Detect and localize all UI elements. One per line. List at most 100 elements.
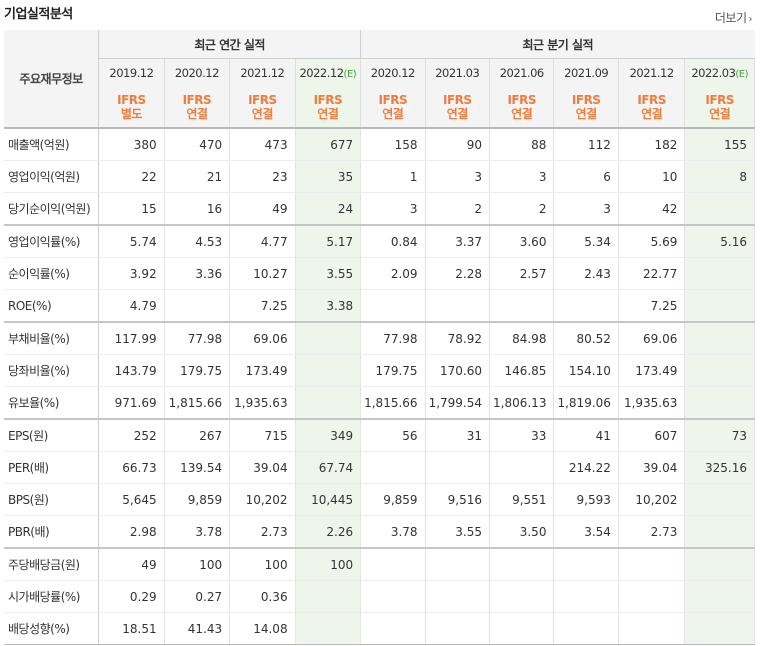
accounting-standard-line2: 연결 [641,107,663,121]
table-cell: 252 [98,418,165,452]
table-row: 당기순이익(억원) 15 16 49 24 3 2 2 3 42 [4,192,755,226]
table-cell: 10.27 [229,257,296,290]
table-cell: 325.16 [684,451,755,484]
table-cell: 24 [295,192,362,226]
table-cell: 9,516 [425,483,491,516]
table-cell: 607 [618,418,686,452]
table-row: BPS(원) 5,645 9,859 10,202 10,445 9,859 9,516 9,… [4,483,755,516]
table-cell: 2 [425,192,491,226]
accounting-standard-line1: IFRS [248,93,277,107]
table-cell: 7.25 [618,289,686,323]
period-label: 2019.12 [109,66,154,80]
table-cell: 33 [489,418,555,452]
table-cell [684,547,755,581]
table-cell: 3.60 [489,224,555,258]
table-cell: 35 [295,160,362,193]
table-row: 유보율(%) 971.69 1,815.66 1,935.63 1,815.66 1,79… [4,386,755,420]
accounting-standard: IFRS 연결 [229,87,296,128]
table-cell: 2.43 [553,257,619,290]
more-link[interactable]: 더보기 › [714,9,753,26]
table-cell: 3.55 [295,257,362,290]
table-cell [425,451,491,484]
table-cell: 9,859 [360,483,426,516]
accounting-standard-line1: IFRS [637,93,666,107]
table-cell: 100 [229,547,296,581]
table-cell: 22.77 [618,257,686,290]
table-cell [425,612,491,645]
table-cell: 3 [553,192,619,226]
period-header: 2021.06 [489,58,555,87]
table-cell: 7.25 [229,289,296,323]
accounting-standard: IFRS 연결 [489,87,555,128]
table-cell: 179.75 [360,354,426,387]
table-cell [295,321,362,355]
table-cell: 170.60 [425,354,491,387]
row-label: 주당배당금(원) [4,547,100,581]
accounting-standard-line1: IFRS [117,93,146,107]
accounting-standard-line2: 연결 [511,107,533,121]
accounting-standard-line1: IFRS [571,93,601,107]
table-cell: 470 [164,128,231,161]
accounting-standard: IFRS 연결 [425,87,491,128]
table-cell [164,289,231,323]
table-cell: 1,819.06 [553,386,619,420]
accounting-standard: IFRS 연결 [295,87,362,128]
period-header: 2019.12 [98,58,165,87]
table-cell: 84.98 [489,321,555,355]
accounting-standard-line2: 연결 [446,107,469,121]
table-cell: 100 [295,547,362,581]
table-row: 주당배당금(원) 49 100 100 100 [4,547,755,581]
accounting-standard-line2: 연결 [251,107,274,121]
table-cell: 173.49 [229,354,296,387]
table-cell: 5.69 [618,224,686,258]
table-cell: 49 [229,192,296,226]
table-cell: 16 [164,192,231,226]
table-cell: 715 [229,418,296,452]
table-cell: 4.77 [229,224,296,258]
accounting-standard-line2: 연결 [575,107,598,121]
table-cell [360,580,426,613]
table-cell: 154.10 [553,354,619,387]
table-cell: 3.78 [164,515,231,549]
table-row: ROE(%) 4.79 7.25 3.38 7.25 [4,289,755,323]
more-label: 더보기 [714,11,747,25]
table-cell: 88 [489,128,555,161]
table-cell: 182 [618,128,686,161]
table-cell [295,612,362,645]
period-label: 2020.12 [370,66,416,80]
period-header: 2022.12(E) [295,58,362,87]
financial-table: 주요재무정보 최근 연간 실적 최근 분기 실적 2019.12 2020.12 2… [4,30,755,645]
table-cell: 90 [425,128,491,161]
table-cell: 73 [684,418,755,452]
table-cell: 971.69 [98,386,165,420]
table-cell: 3.37 [425,224,491,258]
table-cell [684,612,755,645]
table-row: 배당성향(%) 18.51 41.43 14.08 [4,612,755,645]
accounting-standard: IFRS 별도 [98,87,165,128]
table-row: EPS(원) 252 267 715 349 56 31 33 41 607 73 [4,418,755,452]
table-cell: 8 [684,160,755,193]
accounting-standard-line1: IFRS [182,93,212,107]
accounting-standard: IFRS 연결 [618,87,686,128]
table-cell: 9,551 [489,483,555,516]
table-cell [684,386,755,420]
accounting-standard-line2: 연결 [317,107,339,121]
accounting-standard: IFRS 연결 [360,87,426,128]
table-cell [684,289,755,323]
table-cell [489,547,555,581]
table-cell: 39.04 [229,451,296,484]
table-cell [553,612,619,645]
table-cell [425,580,491,613]
table-cell: 3 [425,160,491,193]
table-cell: 80.52 [553,321,619,355]
table-cell: 1,806.13 [489,386,555,420]
table-cell: 21 [164,160,231,193]
table-cell: 5.17 [295,224,362,258]
row-header-label: 주요재무정보 [4,30,100,129]
table-cell: 6 [553,160,619,193]
table-cell: 9,859 [164,483,231,516]
row-label: 시가배당률(%) [4,580,100,613]
row-label: PER(배) [4,451,100,484]
table-cell: 14.08 [229,612,296,645]
table-cell [684,580,755,613]
